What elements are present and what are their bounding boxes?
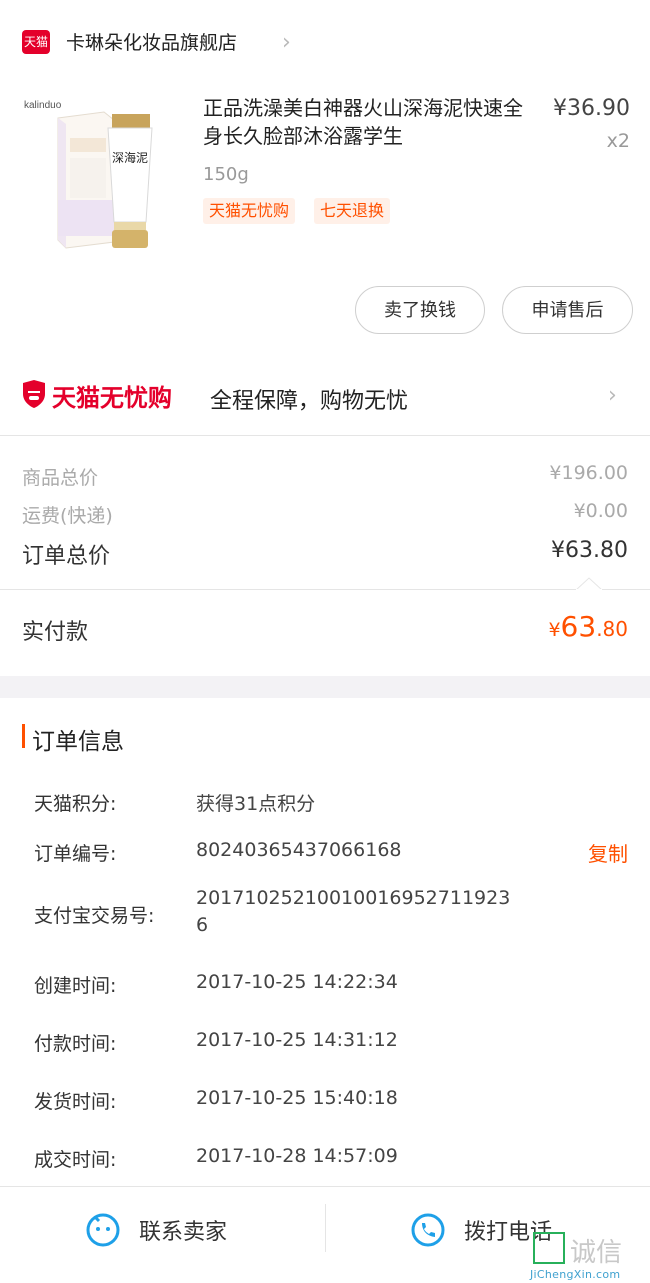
tag-tmall-worry-free: 天猫无忧购 xyxy=(203,198,296,224)
caret-up-icon xyxy=(576,577,602,591)
product-spec: 150g xyxy=(203,164,249,185)
amount-decimal: .80 xyxy=(596,617,628,641)
info-label-order-number: 订单编号: xyxy=(34,843,117,865)
info-label-points: 天猫积分: xyxy=(34,793,117,815)
sell-for-cash-button[interactable]: 卖了换钱 xyxy=(355,286,485,334)
divider xyxy=(325,1204,326,1252)
product-title[interactable]: 正品洗澡美白神器火山深海泥快速全身长久脸部沐浴露学生 xyxy=(203,94,539,150)
goods-total-label: 商品总价 xyxy=(22,467,99,489)
section-gap xyxy=(0,676,650,698)
divider xyxy=(0,435,650,436)
shop-name[interactable]: 卡琳朵化妆品旗舰店 xyxy=(66,30,237,56)
info-label-alipay-trade: 支付宝交易号: xyxy=(34,905,155,927)
watermark-url: JiChengXin.com xyxy=(530,1268,621,1281)
after-sales-button[interactable]: 申请售后 xyxy=(502,286,633,334)
info-value-points: 获得31点积分 xyxy=(196,793,316,815)
info-label-paid: 付款时间: xyxy=(34,1033,117,1055)
shipping-value: ¥0.00 xyxy=(573,500,628,522)
guarantee-logo: 天猫无忧购 xyxy=(52,384,172,412)
guarantee-description: 全程保障，购物无忧 xyxy=(210,389,409,414)
product-quantity: x2 xyxy=(606,130,630,152)
info-label-created: 创建时间: xyxy=(34,975,117,997)
watermark-logo-icon xyxy=(533,1232,565,1264)
info-value-paid: 2017-10-25 14:31:12 xyxy=(196,1029,398,1051)
section-accent-bar xyxy=(22,724,25,748)
order-total-label: 订单总价 xyxy=(22,544,111,569)
order-info-title: 订单信息 xyxy=(32,729,124,755)
tmall-cat-shield-icon xyxy=(23,380,45,408)
info-label-shipped: 发货时间: xyxy=(34,1091,117,1113)
order-total-value: ¥63.80 xyxy=(551,538,628,563)
chevron-right-icon: › xyxy=(282,30,291,55)
contact-seller-button[interactable]: 联系卖家 xyxy=(85,1208,265,1252)
contact-seller-label: 联系卖家 xyxy=(139,1220,228,1245)
info-value-created: 2017-10-25 14:22:34 xyxy=(196,971,398,993)
amount-paid-value: ¥63.80 xyxy=(548,610,628,643)
chat-face-icon xyxy=(86,1213,120,1247)
product-image[interactable]: kalinduo 深海泥 xyxy=(18,92,188,262)
divider xyxy=(0,589,650,590)
product-price: ¥36.90 xyxy=(553,96,630,121)
tag-seven-day-return: 七天退换 xyxy=(314,198,391,224)
info-value-shipped: 2017-10-25 15:40:18 xyxy=(196,1087,398,1109)
shipping-label: 运费(快递) xyxy=(22,505,113,527)
info-value-completed: 2017-10-28 14:57:09 xyxy=(196,1145,398,1167)
amount-paid-label: 实付款 xyxy=(22,620,89,645)
copy-order-number-button[interactable]: 复制 xyxy=(588,838,628,867)
tube-label: 深海泥 xyxy=(112,150,148,165)
info-label-completed: 成交时间: xyxy=(34,1149,117,1171)
amount-integer: 63 xyxy=(560,610,597,643)
phone-icon xyxy=(411,1213,445,1247)
product-brand: kalinduo xyxy=(24,100,62,111)
info-value-alipay-trade: 20171025210010016952711923 xyxy=(196,887,511,909)
chevron-right-icon: › xyxy=(608,383,617,408)
currency-symbol: ¥ xyxy=(548,619,561,641)
product-illustration: kalinduo 深海泥 xyxy=(24,100,153,249)
watermark-characters: 诚信 xyxy=(570,1238,623,1268)
info-value-order-number: 80240365437066168 xyxy=(196,839,402,861)
goods-total-value: ¥196.00 xyxy=(549,462,628,484)
tmall-badge-icon: 天猫 xyxy=(22,30,50,54)
info-value-alipay-trade-cont: 6 xyxy=(196,914,209,936)
